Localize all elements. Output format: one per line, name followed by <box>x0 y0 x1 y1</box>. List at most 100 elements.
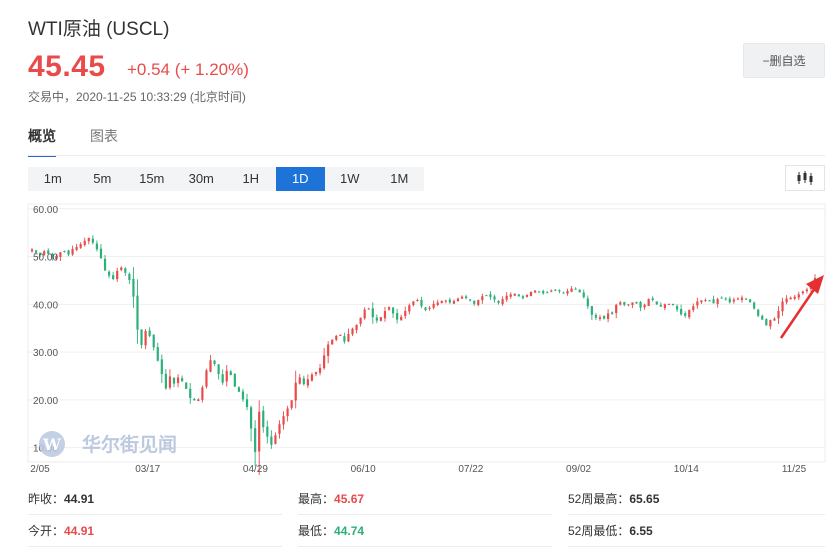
period-1d[interactable]: 1D <box>275 167 325 191</box>
candle-body <box>769 320 772 327</box>
candle-body <box>680 309 683 315</box>
candle-body <box>521 296 524 299</box>
candle-body <box>59 252 62 258</box>
price-chart[interactable]: 60.0050.0040.0030.0020.0010.00 2/0503/17… <box>0 200 838 475</box>
candle-body <box>598 317 602 319</box>
candle-body <box>550 290 553 292</box>
stat-divider <box>568 514 825 515</box>
candle-body <box>675 306 679 310</box>
candle-body <box>120 267 123 270</box>
x-tick-label: 03/17 <box>135 464 160 475</box>
candle-body <box>367 308 370 310</box>
candle-body <box>209 360 212 372</box>
candle-body <box>651 298 654 301</box>
candle-body <box>103 258 107 271</box>
period-1mo[interactable]: 1M <box>375 167 425 191</box>
candle-body <box>30 249 34 252</box>
stat-open: 今开：44.91 <box>28 524 95 538</box>
tab-chart[interactable]: 图表 <box>90 126 118 157</box>
period-15m[interactable]: 15m <box>127 167 177 191</box>
candle-body <box>160 359 163 375</box>
candle-body <box>469 299 472 301</box>
period-30m[interactable]: 30m <box>177 167 227 191</box>
candle-body <box>339 334 342 336</box>
candle-body <box>164 373 167 389</box>
candle-body <box>724 298 727 300</box>
period-5m[interactable]: 5m <box>78 167 128 191</box>
candle-body <box>513 293 516 296</box>
candle-body <box>753 302 756 309</box>
candle-body <box>481 296 484 301</box>
x-axis-labels: 2/05 03/17 04/29 06/10 07/22 09/02 10/14 11/25 <box>30 464 806 475</box>
candle-body <box>314 372 318 375</box>
candle-body <box>456 298 460 302</box>
candle-body <box>371 308 374 318</box>
candle-body <box>379 317 383 321</box>
candle-body <box>477 300 480 306</box>
tab-overview[interactable]: 概览 <box>28 126 56 157</box>
candle-body <box>335 335 338 340</box>
candle-body <box>278 424 281 434</box>
candle-body <box>424 307 427 311</box>
candle-body <box>602 315 606 319</box>
candle-body <box>404 311 407 317</box>
period-1h[interactable]: 1H <box>226 167 276 191</box>
candle-body <box>375 317 378 321</box>
y-tick-label: 60.00 <box>33 205 58 216</box>
candle-body <box>351 328 354 335</box>
candle-body <box>181 378 184 382</box>
x-tick-label: 04/29 <box>243 464 268 475</box>
candle-body <box>298 377 301 384</box>
candle-body <box>594 315 598 318</box>
x-tick-label: 06/10 <box>351 464 376 475</box>
x-tick-label: 11/25 <box>782 464 807 475</box>
candle-body <box>359 317 362 324</box>
candle-body <box>286 408 289 417</box>
y-tick-label: 30.00 <box>33 348 58 359</box>
candle-body <box>574 288 577 290</box>
candle-body <box>793 296 796 299</box>
candle-body <box>623 302 626 305</box>
candle-body <box>282 416 285 425</box>
remove-watchlist-button[interactable]: −删自选 <box>743 43 825 78</box>
stat-prev-close: 昨收：44.91 <box>28 492 95 506</box>
candle-body <box>91 238 94 243</box>
trading-status: 交易中，2020-11-25 10:33:29 (北京时间) <box>28 90 246 104</box>
chart-grid <box>27 203 826 463</box>
x-tick-label: 10/14 <box>674 464 699 475</box>
candle-body <box>294 382 297 401</box>
period-1m[interactable]: 1m <box>28 167 78 191</box>
candle-body <box>176 377 180 384</box>
last-price: 45.45 <box>28 50 106 83</box>
candle-body <box>237 387 241 392</box>
stat-divider <box>298 514 552 515</box>
candle-body <box>529 291 533 296</box>
period-1w[interactable]: 1W <box>325 167 375 191</box>
candle-body <box>132 278 135 297</box>
candle-body <box>655 301 658 305</box>
candle-body <box>667 303 671 305</box>
candle-body <box>148 330 151 336</box>
candle-body <box>688 310 691 318</box>
candle-body <box>363 309 366 319</box>
candle-body <box>801 291 804 294</box>
candle-body <box>258 411 261 452</box>
watermark: W 华尔街见闻 <box>39 431 177 457</box>
candle-body <box>578 289 581 293</box>
candle-body <box>310 374 314 381</box>
candle-body <box>789 297 792 300</box>
chart-type-button[interactable] <box>785 165 825 191</box>
candle-body <box>712 299 715 304</box>
candle-body <box>189 388 192 398</box>
candle-body <box>671 303 675 305</box>
candle-body <box>748 299 752 302</box>
candle-body <box>631 302 634 306</box>
instrument-title: WTI原油 (USCL) <box>28 19 170 40</box>
candle-body <box>635 302 638 304</box>
candle-body <box>420 299 423 307</box>
candle-body <box>233 373 236 387</box>
candle-body <box>744 298 748 300</box>
candle-body <box>87 237 90 242</box>
candle-body <box>732 299 735 302</box>
candle-body <box>245 399 249 408</box>
